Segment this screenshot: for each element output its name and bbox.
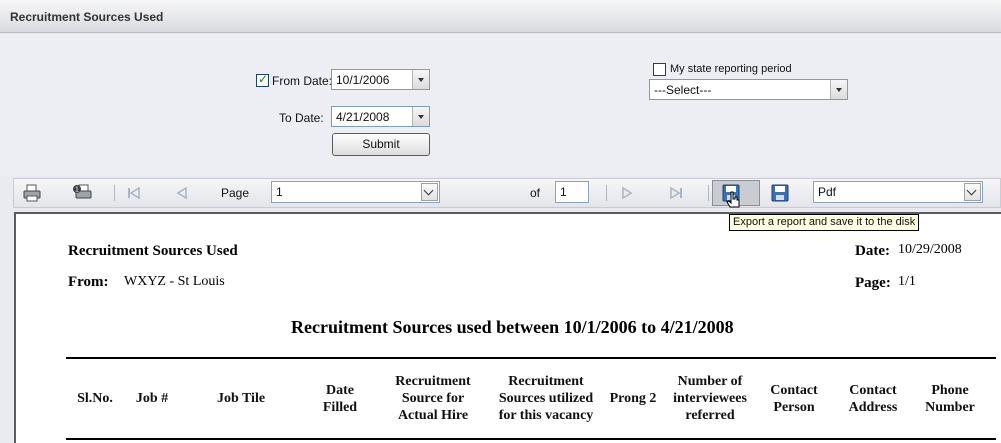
column-header: Job # [126,390,178,407]
export-format-select[interactable]: Pdf [813,181,983,203]
toolbar-separator [708,185,709,201]
total-pages-value: 1 [560,185,567,199]
to-date-label: To Date: [279,111,324,125]
toolbar-separator [606,185,607,201]
page-value: 1 [276,185,283,199]
column-header-line: for this vacancy [498,408,594,423]
column-header-line: interviewees [673,391,747,406]
report-heading: Recruitment Sources used between 10/1/20… [291,317,734,337]
previous-page-icon[interactable] [172,183,192,203]
column-header-line: Actual Hire [397,408,469,423]
column-header-line: Address [848,399,898,415]
to-date-select[interactable]: 4/21/2008 [331,106,430,127]
hand-cursor-icon [726,191,740,208]
column-header: Phone Number [923,382,977,416]
from-date-select[interactable]: 10/1/2006 [331,69,430,90]
column-header: Sl.No. [66,390,124,407]
column-header-line: Recruitment [508,374,584,389]
chevron-down-icon[interactable] [412,70,429,89]
column-header: Date Filled [311,382,369,416]
column-header-line: Sl.No. [77,391,113,406]
total-pages-field: 1 [555,181,589,203]
column-header: Job Tile [203,390,279,407]
report-from-value: WXYZ - St Louis [124,274,225,289]
column-header: Recruitment Source for Actual Hire [385,373,481,424]
print-setup-icon[interactable]: 1 [72,183,92,203]
page-label: Page [221,186,250,200]
chevron-down-icon[interactable] [421,183,438,201]
first-page-icon[interactable] [124,183,144,203]
state-period-checkbox[interactable] [653,63,666,76]
export-tooltip: Export a report and save it to the disk [729,214,920,231]
chevron-down-icon[interactable] [412,107,429,126]
state-period-label: My state reporting period [670,63,792,75]
to-date-value: 4/21/2008 [336,110,390,124]
column-header-line: referred [685,408,735,423]
column-header-line: Sources utilized [498,391,594,406]
from-date-label: From Date: [272,74,333,88]
header-rule-bottom [66,438,996,440]
column-header: Recruitment Sources utilized for this vaca… [492,373,600,424]
column-header-line: Date [326,382,354,398]
column-header: Contact Person [763,382,825,416]
report-page-value: 1/1 [898,274,916,289]
column-header-line: Number of [677,374,743,389]
column-header-line: Person [773,399,815,415]
report-page-label: Page: [855,275,891,291]
column-header-line: Phone [931,382,969,398]
column-header-line: Source for [401,391,465,406]
save-disk-icon[interactable] [770,183,790,203]
report-from-label: From: [68,274,109,290]
svg-text:1: 1 [75,187,79,194]
column-header-line: Number [925,399,975,415]
toolbar-separator [114,185,115,201]
chevron-down-icon[interactable] [830,80,847,99]
next-page-icon[interactable] [617,183,637,203]
column-header-line: Job Tile [216,391,266,406]
report-date-value: 10/29/2008 [898,242,962,257]
print-icon[interactable] [22,183,42,203]
report-title: Recruitment Sources Used [68,243,238,259]
state-period-select[interactable]: ---Select--- [649,79,848,100]
report-date-label: Date: [855,243,890,259]
of-label: of [530,186,541,200]
from-date-value: 10/1/2006 [336,73,390,87]
filter-panel [0,34,1001,176]
column-header-line: Contact [849,382,897,398]
column-header-line: Contact [770,382,818,398]
export-save-button[interactable] [712,180,760,208]
column-header: Contact Address [842,382,904,416]
last-page-icon[interactable] [666,183,686,203]
page-select[interactable]: 1 [271,181,440,203]
from-date-checkbox[interactable]: ✓ [256,72,269,87]
column-header-line: Recruitment [395,374,471,389]
state-period-value: ---Select--- [654,83,712,97]
header-rule-top [66,357,996,359]
window-titlebar: Recruitment Sources Used [0,0,1001,33]
column-header: Number of interviewees referred [668,373,752,424]
window-title: Recruitment Sources Used [10,10,164,24]
export-format-value: Pdf [818,185,837,199]
column-header-line: Filled [322,399,358,415]
column-header: Prong 2 [605,390,661,407]
chevron-down-icon[interactable] [964,183,981,201]
column-header-line: Job # [135,391,169,406]
submit-button[interactable]: Submit [332,133,430,156]
column-header-line: Prong 2 [609,391,657,406]
